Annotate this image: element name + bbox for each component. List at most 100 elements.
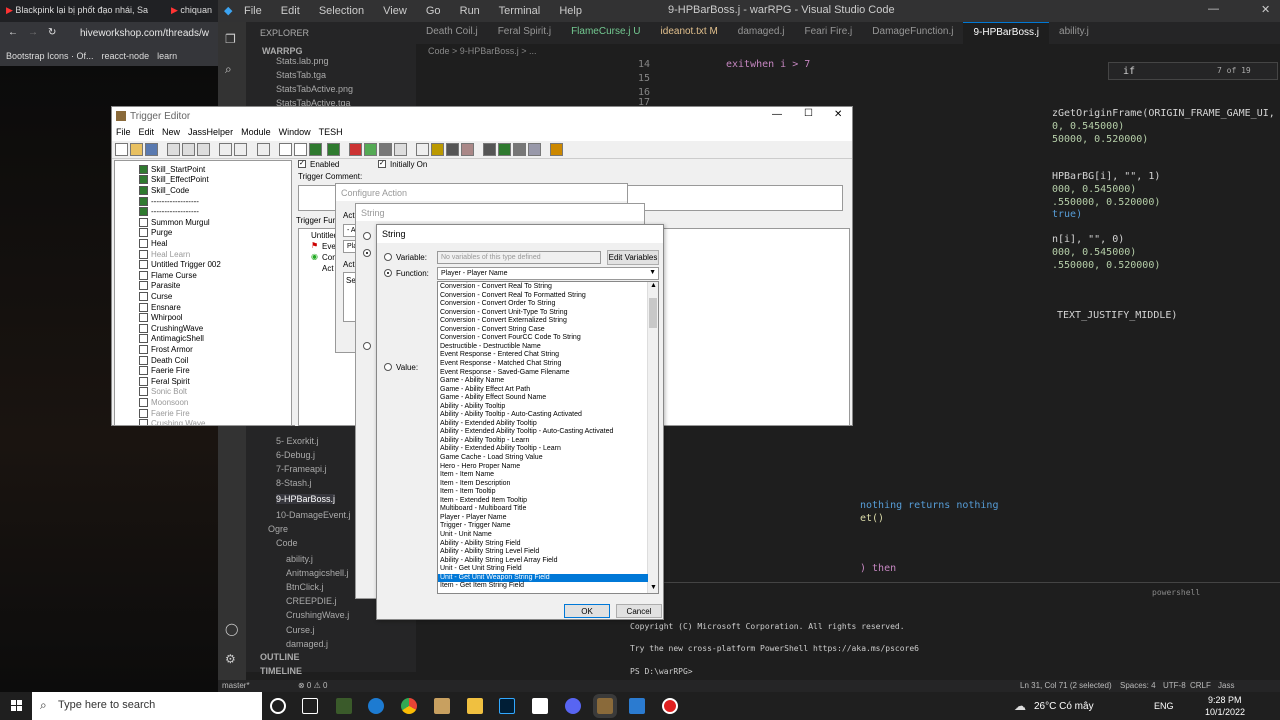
- trigger-tree-item[interactable]: Skill_EffectPoint: [139, 175, 209, 186]
- copy-icon[interactable]: [182, 143, 195, 156]
- trigger-tree-item[interactable]: ------------------: [139, 196, 199, 207]
- function-list-item[interactable]: Event Response - Entered Chat String: [438, 351, 648, 360]
- function-list-item[interactable]: Item - Item Description: [438, 480, 648, 489]
- function-list-item[interactable]: Ability - Ability String Level Field: [438, 548, 648, 557]
- browser-tab[interactable]: ▶ Blackpink lại bị phốt đạo nhái, Sa: [0, 0, 165, 22]
- function-list-item[interactable]: Unit - Unit Name: [438, 531, 648, 540]
- function-list-item[interactable]: Trigger - Trigger Name: [438, 522, 648, 531]
- trigger-tree-item[interactable]: Feral Spirit: [139, 376, 190, 387]
- menu-file[interactable]: File: [116, 127, 131, 141]
- menu-edit[interactable]: Edit: [139, 127, 155, 141]
- new-trigger-icon[interactable]: [294, 143, 307, 156]
- function-list-item[interactable]: Ability - Ability Tooltip - Learn: [438, 437, 648, 446]
- menu-edit[interactable]: Edit: [281, 5, 300, 17]
- new-category-icon[interactable]: [279, 143, 292, 156]
- file-item[interactable]: Curse.j: [286, 625, 315, 635]
- menu-selection[interactable]: Selection: [319, 5, 364, 17]
- function-list-item[interactable]: Game - Ability Effect Sound Name: [438, 394, 648, 403]
- app-icon[interactable]: [434, 698, 450, 714]
- function-list-item[interactable]: Conversion - Convert FourCC Code To Stri…: [438, 334, 648, 343]
- scroll-down-icon[interactable]: ▼: [650, 584, 657, 591]
- trigger-tree-item[interactable]: Whirpool: [139, 312, 183, 323]
- new-comment-icon[interactable]: [309, 143, 322, 156]
- scroll-up-icon[interactable]: ▲: [650, 282, 657, 289]
- menu-go[interactable]: Go: [426, 5, 441, 17]
- import-icon[interactable]: [528, 143, 541, 156]
- editor-tab[interactable]: Feral Spirit.j: [488, 22, 561, 44]
- menu-help[interactable]: Help: [559, 5, 582, 17]
- terminal-shell[interactable]: powershell: [1152, 588, 1200, 597]
- trigger-tree-item[interactable]: Heal Learn: [139, 249, 190, 260]
- chrome-icon[interactable]: [401, 698, 417, 714]
- function-list-item[interactable]: Ability - Extended Ability Tooltip: [438, 420, 648, 429]
- enabled-checkbox[interactable]: ✓: [298, 160, 306, 168]
- function-list-item[interactable]: Game Cache - Load String Value: [438, 454, 648, 463]
- trigger-editor-icon[interactable]: [498, 143, 511, 156]
- trigger-tree-item[interactable]: Heal: [139, 238, 167, 249]
- file-explorer-icon[interactable]: [467, 698, 483, 714]
- object-icon[interactable]: [483, 143, 496, 156]
- back-icon[interactable]: ←: [8, 27, 18, 38]
- trigger-tree-item[interactable]: Purge: [139, 228, 172, 239]
- cut-icon[interactable]: [167, 143, 180, 156]
- menu-jasshelper[interactable]: JassHelper: [188, 127, 233, 141]
- new-variable-icon[interactable]: [327, 143, 340, 156]
- trigger-tree-item[interactable]: Faerie Fire: [139, 365, 190, 376]
- parent-radio[interactable]: [363, 232, 371, 240]
- function-radio[interactable]: [384, 269, 392, 277]
- variable-select[interactable]: No variables of this type defined: [437, 251, 601, 264]
- function-list-item[interactable]: Conversion - Convert Real To Formatted S…: [438, 292, 648, 301]
- menu-new[interactable]: New: [162, 127, 180, 141]
- function-list-item[interactable]: Item - Item Tooltip: [438, 488, 648, 497]
- minimize-icon[interactable]: —: [772, 109, 782, 120]
- file-item[interactable]: 6-Debug.j: [276, 450, 315, 460]
- new-icon[interactable]: [115, 143, 128, 156]
- discord-icon[interactable]: [565, 698, 581, 714]
- photoshop-icon[interactable]: [499, 698, 515, 714]
- value-radio[interactable]: [384, 363, 392, 371]
- menu-file[interactable]: File: [244, 5, 262, 17]
- trigger-tree-item[interactable]: Flame Curse: [139, 270, 197, 281]
- sound-icon[interactable]: [461, 143, 474, 156]
- function-list-item[interactable]: Ability - Extended Ability Tooltip - Lea…: [438, 445, 648, 454]
- git-branch[interactable]: master*: [222, 681, 250, 690]
- forward-icon[interactable]: →: [28, 27, 38, 38]
- redo-icon[interactable]: [234, 143, 247, 156]
- bookmark-item[interactable]: Bootstrap Icons · Of...: [6, 51, 94, 61]
- undo-icon[interactable]: [219, 143, 232, 156]
- trigger-tree-item[interactable]: Untitled Trigger 002: [139, 259, 221, 270]
- paste-icon[interactable]: [197, 143, 210, 156]
- trigger-tree-item[interactable]: Parasite: [139, 281, 180, 292]
- recorder-icon[interactable]: [662, 698, 678, 714]
- function-list-item[interactable]: Unit - Get Unit String Field: [438, 565, 648, 574]
- function-list-item[interactable]: Unit - Get Unit Weapon String Field: [438, 573, 648, 583]
- search-icon[interactable]: ⌕: [225, 62, 232, 77]
- close-icon[interactable]: ✕: [1261, 3, 1270, 16]
- terminal-prompt[interactable]: PS D:\warRPG>: [630, 667, 697, 676]
- function-select[interactable]: Player - Player Name ▼: [437, 267, 659, 280]
- warcraft-icon[interactable]: [336, 698, 352, 714]
- file-item[interactable]: Stats.lab.png: [276, 56, 329, 66]
- taskbar-search[interactable]: ⌕ Type here to search: [32, 692, 262, 720]
- function-list-item[interactable]: Multiboard - Multiboard Title: [438, 505, 648, 514]
- ai-editor-icon[interactable]: [513, 143, 526, 156]
- maximize-icon[interactable]: ☐: [804, 108, 813, 119]
- line-ending[interactable]: CRLF: [1190, 681, 1211, 690]
- trigger-tree-item[interactable]: ------------------: [139, 206, 199, 217]
- function-list-item[interactable]: Conversion - Convert Unit-Type To String: [438, 309, 648, 318]
- trigger-tree[interactable]: Skill_StartPoint Skill_EffectPoint Skill_C…: [114, 160, 292, 426]
- editor-tab[interactable]: ability.j: [1049, 22, 1099, 44]
- trigger-tree-item[interactable]: Faerie Fire: [139, 408, 190, 419]
- function-list-item[interactable]: Conversion - Convert Order To String: [438, 300, 648, 309]
- vscode-icon[interactable]: [629, 698, 645, 714]
- folder-item[interactable]: Ogre: [268, 524, 288, 534]
- indentation[interactable]: Spaces: 4: [1120, 681, 1156, 690]
- menu-run[interactable]: Run: [460, 5, 480, 17]
- trigger-tree-item[interactable]: Summon Murgul: [139, 217, 210, 228]
- menu-window[interactable]: Window: [279, 127, 311, 141]
- editor-tab[interactable]: damaged.j: [728, 22, 795, 44]
- trigger-tree-item[interactable]: Curse: [139, 291, 172, 302]
- timeline-section[interactable]: TIMELINE: [260, 666, 302, 676]
- edit-variables-button[interactable]: Edit Variables: [607, 250, 659, 265]
- function-list-item[interactable]: Conversion - Convert Externalized String: [438, 317, 648, 326]
